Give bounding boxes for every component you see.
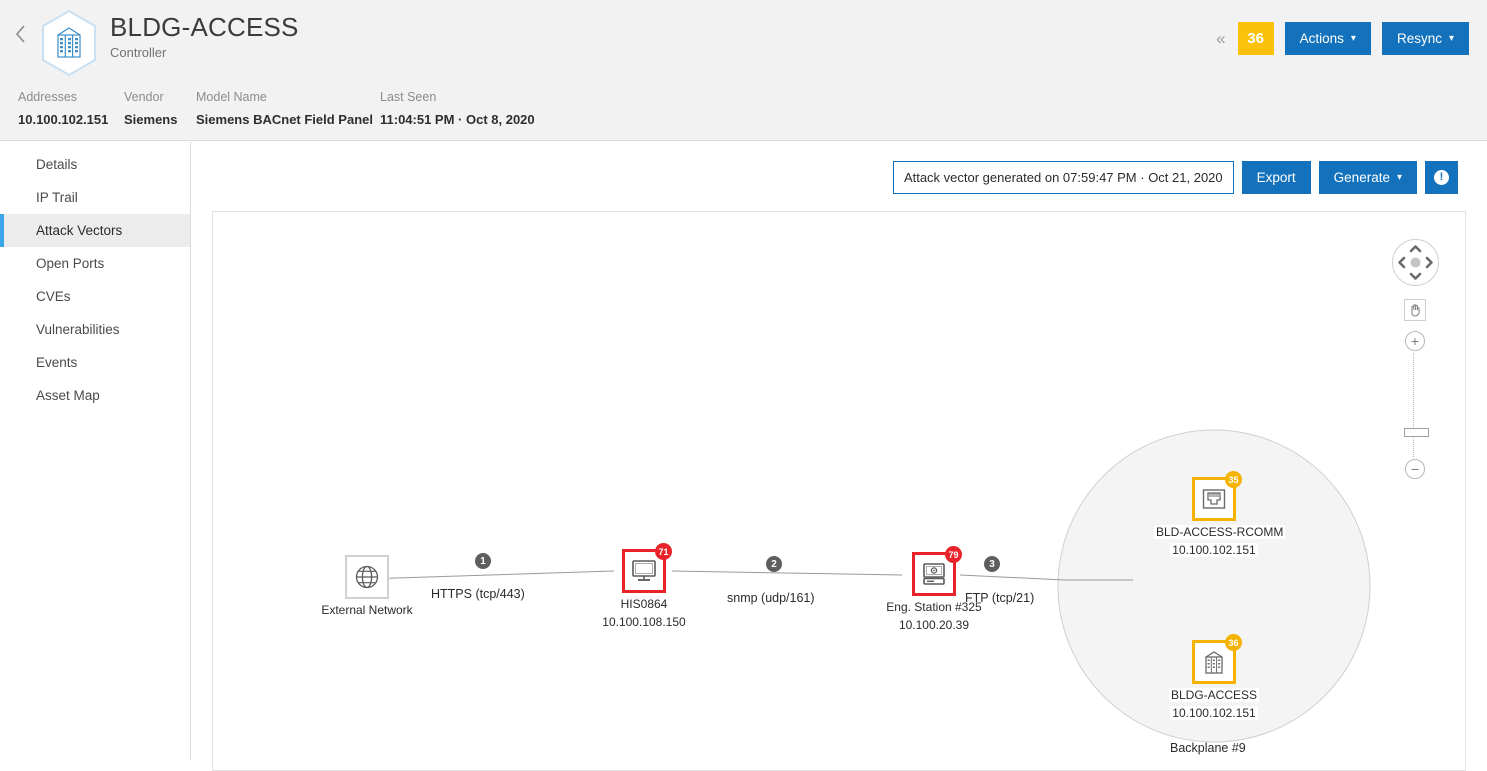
attack-vectors-panel: Attack vector generated on 07:59:47 PM ·… bbox=[191, 142, 1487, 760]
node-risk-badge: 71 bbox=[655, 543, 672, 560]
sidebar-item-details[interactable]: Details bbox=[0, 148, 190, 181]
node-label: BLDG-ACCESS bbox=[1169, 688, 1259, 702]
graph-node-bldg-access[interactable]: 36 BLDG-ACCESS 10.1 bbox=[1154, 640, 1274, 722]
sidebar-item-asset-map[interactable]: Asset Map bbox=[0, 379, 190, 412]
node-ip: 10.100.102.151 bbox=[1170, 543, 1257, 557]
node-icon-box: 71 bbox=[622, 549, 666, 593]
meta-header-vendor: Vendor bbox=[124, 90, 196, 104]
meta-header-row: Addresses Vendor Model Name Last Seen bbox=[18, 90, 610, 104]
asset-header: BLDG-ACCESS Controller « 36 Actions ▾ Re… bbox=[0, 0, 1487, 84]
zoom-slider-control[interactable]: + − bbox=[1390, 331, 1440, 479]
node-icon-box: 36 bbox=[1192, 640, 1236, 684]
node-risk-badge: 79 bbox=[945, 546, 962, 563]
info-icon: ! bbox=[1434, 170, 1449, 185]
chevron-down-icon: ▾ bbox=[1351, 33, 1356, 44]
chevron-left-icon bbox=[15, 24, 26, 44]
export-button-label: Export bbox=[1257, 170, 1296, 185]
link-label-3: FTP (tcp/21) bbox=[965, 591, 1034, 605]
graph-node-external-network[interactable]: External Network bbox=[312, 555, 422, 619]
controller-icon bbox=[1201, 650, 1227, 675]
back-button[interactable] bbox=[0, 0, 40, 84]
meta-value-vendor: Siemens bbox=[124, 112, 196, 127]
device-type-icon bbox=[40, 9, 98, 77]
node-icon-box: 35 bbox=[1192, 477, 1236, 521]
resync-button-label: Resync bbox=[1397, 31, 1442, 46]
zoom-slider-track[interactable] bbox=[1413, 353, 1418, 457]
globe-icon bbox=[354, 564, 380, 590]
graph-node-his0864[interactable]: 71 HIS0864 10.100.108.150 bbox=[594, 549, 694, 631]
controller-hex-icon bbox=[40, 9, 98, 77]
resync-button[interactable]: Resync ▾ bbox=[1382, 22, 1469, 55]
link-index-3: 3 bbox=[984, 556, 1000, 572]
node-label: External Network bbox=[319, 603, 414, 617]
meta-value-addresses: 10.100.102.151 bbox=[18, 112, 124, 127]
attack-vector-graph-canvas[interactable]: External Network 1 HTTPS (tcp/443) 71 HI… bbox=[212, 211, 1466, 771]
graph-edges bbox=[213, 212, 1466, 771]
node-risk-badge: 36 bbox=[1225, 634, 1242, 651]
node-label: BLD-ACCESS-RCOMM bbox=[1154, 525, 1285, 539]
ethernet-port-icon bbox=[1201, 487, 1227, 511]
eng-workstation-icon bbox=[921, 562, 947, 586]
zoom-in-button[interactable]: + bbox=[1405, 331, 1425, 351]
link-label-2: snmp (udp/161) bbox=[727, 591, 815, 605]
meta-value-model-name: Siemens BACnet Field Panel bbox=[196, 112, 380, 127]
pan-compass-icon bbox=[1393, 240, 1438, 285]
sidebar-item-events[interactable]: Events bbox=[0, 346, 190, 379]
sidebar-item-ip-trail[interactable]: IP Trail bbox=[0, 181, 190, 214]
chevron-down-icon: ▾ bbox=[1449, 33, 1454, 44]
meta-header-addresses: Addresses bbox=[18, 90, 124, 104]
meta-value-last-seen: 11:04:51 PM · Oct 8, 2020 bbox=[380, 112, 610, 127]
pan-compass-control[interactable] bbox=[1392, 239, 1439, 286]
graph-node-bld-access-rcomm[interactable]: 35 BLD-ACCESS-RCOMM 10.100.102.151 bbox=[1154, 477, 1274, 559]
sidebar: Details IP Trail Attack Vectors Open Por… bbox=[0, 142, 191, 760]
generate-button[interactable]: Generate ▾ bbox=[1319, 161, 1417, 194]
backplane-group-label: Backplane #9 bbox=[1170, 741, 1246, 755]
node-risk-badge: 35 bbox=[1225, 471, 1242, 488]
header-actions: « 36 Actions ▾ Resync ▾ bbox=[1213, 22, 1469, 55]
page-title: BLDG-ACCESS bbox=[110, 12, 299, 42]
info-button[interactable]: ! bbox=[1425, 161, 1458, 194]
generate-button-label: Generate bbox=[1334, 170, 1390, 185]
node-label: HIS0864 bbox=[619, 597, 670, 611]
monitor-icon bbox=[631, 559, 657, 583]
sidebar-item-open-ports[interactable]: Open Ports bbox=[0, 247, 190, 280]
double-chevron-left-icon[interactable]: « bbox=[1213, 29, 1226, 49]
asset-meta-strip: Addresses Vendor Model Name Last Seen 10… bbox=[0, 84, 1487, 141]
node-icon-box: 79 bbox=[912, 552, 956, 596]
link-label-1: HTTPS (tcp/443) bbox=[431, 587, 525, 601]
title-block: BLDG-ACCESS Controller bbox=[110, 0, 299, 60]
attack-vector-toolbar: Attack vector generated on 07:59:47 PM ·… bbox=[893, 161, 1458, 194]
sidebar-item-attack-vectors[interactable]: Attack Vectors bbox=[0, 214, 190, 247]
sidebar-item-vulnerabilities[interactable]: Vulnerabilities bbox=[0, 313, 190, 346]
export-button[interactable]: Export bbox=[1242, 161, 1311, 194]
node-ip: 10.100.108.150 bbox=[600, 615, 687, 629]
zoom-out-button[interactable]: − bbox=[1405, 459, 1425, 479]
node-ip: 10.100.20.39 bbox=[897, 618, 971, 632]
hand-pan-icon bbox=[1408, 303, 1422, 317]
actions-button[interactable]: Actions ▾ bbox=[1285, 22, 1371, 55]
risk-score-badge[interactable]: 36 bbox=[1238, 22, 1274, 55]
asset-type-label: Controller bbox=[110, 45, 299, 60]
attack-vector-timestamp-field[interactable]: Attack vector generated on 07:59:47 PM ·… bbox=[893, 161, 1234, 194]
node-icon-box bbox=[345, 555, 389, 599]
hand-pan-button[interactable] bbox=[1404, 299, 1426, 321]
link-index-2: 2 bbox=[766, 556, 782, 572]
sidebar-item-cves[interactable]: CVEs bbox=[0, 280, 190, 313]
link-index-1: 1 bbox=[475, 553, 491, 569]
meta-value-row: 10.100.102.151 Siemens Siemens BACnet Fi… bbox=[18, 112, 610, 127]
zoom-slider-handle[interactable] bbox=[1404, 428, 1429, 437]
map-controls: + − bbox=[1390, 239, 1440, 479]
chevron-down-icon: ▾ bbox=[1397, 172, 1402, 183]
actions-button-label: Actions bbox=[1300, 31, 1344, 46]
meta-header-last-seen: Last Seen bbox=[380, 90, 610, 104]
node-ip: 10.100.102.151 bbox=[1170, 706, 1257, 720]
meta-header-model-name: Model Name bbox=[196, 90, 380, 104]
